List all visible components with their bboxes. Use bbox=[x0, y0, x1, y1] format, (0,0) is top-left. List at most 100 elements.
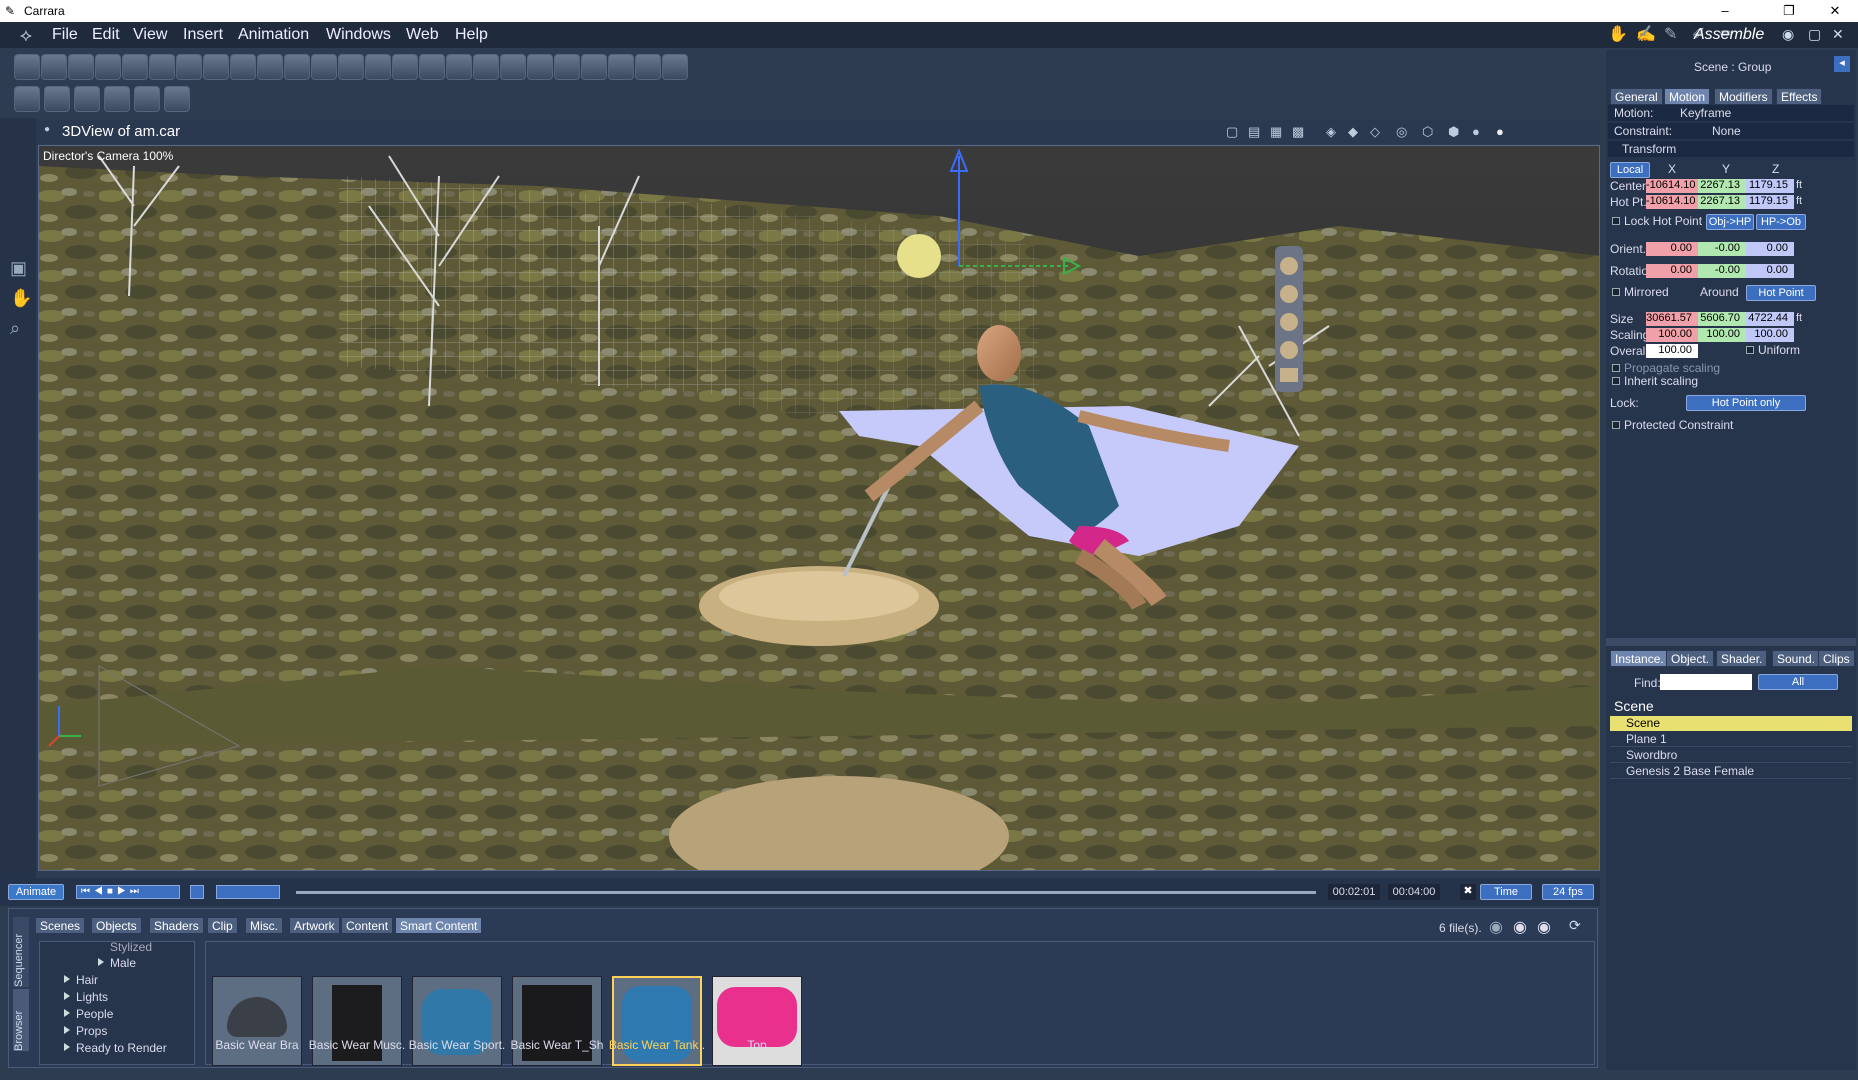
find-input[interactable] bbox=[1660, 674, 1752, 690]
tab-general[interactable]: General bbox=[1610, 88, 1663, 105]
orient-x-field[interactable]: 0.00 bbox=[1646, 242, 1698, 256]
menu-help[interactable]: Help bbox=[455, 26, 488, 44]
tree-item[interactable]: Hair bbox=[64, 973, 98, 987]
scaling-y-field[interactable]: 100.00 bbox=[1698, 328, 1746, 342]
bones-icon[interactable] bbox=[581, 54, 607, 80]
content-thumb[interactable] bbox=[412, 976, 502, 1066]
tab-clips[interactable]: Clips bbox=[1818, 650, 1855, 667]
hp-to-obj-button[interactable]: HP->Ob bbox=[1756, 214, 1806, 230]
crowd-icon[interactable] bbox=[608, 54, 634, 80]
link-tool-icon[interactable] bbox=[134, 86, 160, 112]
playback-controls[interactable]: ⏮◀■▶⏭ bbox=[76, 885, 180, 899]
cancel-icon[interactable]: ✖ bbox=[1460, 884, 1476, 900]
tab-misc[interactable]: Misc. bbox=[245, 917, 283, 934]
target-icon[interactable] bbox=[635, 54, 661, 80]
end-time[interactable]: 00:04:00 bbox=[1388, 884, 1440, 900]
shaded-sphere-icon[interactable]: ● bbox=[1472, 124, 1480, 139]
sphere-icon[interactable] bbox=[176, 54, 202, 80]
fire-icon[interactable] bbox=[392, 54, 418, 80]
size-z-field[interactable]: 4722.44 bbox=[1746, 312, 1794, 326]
filter-select[interactable]: All bbox=[1758, 674, 1838, 690]
uniform-checkbox[interactable] bbox=[1746, 346, 1754, 354]
cloud-icon[interactable] bbox=[419, 54, 445, 80]
panel-splitter[interactable] bbox=[1606, 638, 1856, 646]
tree-item[interactable]: Stylized bbox=[110, 942, 152, 954]
animate-button[interactable]: Animate bbox=[8, 884, 64, 900]
orient-z-field[interactable]: 0.00 bbox=[1746, 242, 1794, 256]
camera-label[interactable]: Director's Camera 100% bbox=[43, 149, 173, 163]
tab-artwork[interactable]: Artwork bbox=[289, 917, 340, 934]
view-menu-icon[interactable]: ● bbox=[44, 124, 50, 135]
restore-button[interactable]: ❐ bbox=[1766, 0, 1812, 22]
hotpt-z-field[interactable]: 1179.15 bbox=[1746, 195, 1794, 209]
tab-content[interactable]: Content bbox=[341, 917, 394, 934]
tab-scenes[interactable]: Scenes bbox=[35, 917, 86, 934]
hierarchy-item-selected[interactable]: Scene bbox=[1610, 716, 1852, 731]
sky-icon[interactable] bbox=[338, 54, 364, 80]
room-spline-icon[interactable]: ✍ bbox=[1636, 24, 1656, 44]
rotation-y-field[interactable]: -0.00 bbox=[1698, 264, 1746, 278]
lock-hot-point-checkbox[interactable] bbox=[1612, 217, 1620, 225]
camera-icon[interactable]: ▣ bbox=[10, 258, 27, 279]
center-y-field[interactable]: 2267.13 bbox=[1698, 179, 1746, 193]
transform-header[interactable]: Transform bbox=[1608, 141, 1854, 157]
menu-web[interactable]: Web bbox=[406, 26, 439, 44]
time-mode-select[interactable]: Time bbox=[1480, 884, 1532, 900]
lock-select[interactable]: Hot Point only bbox=[1686, 395, 1806, 411]
browser-tab[interactable]: Browser bbox=[13, 989, 29, 1051]
pin-icon[interactable]: ◂ bbox=[1834, 56, 1850, 72]
layout-single-icon[interactable]: ▢ bbox=[1226, 124, 1238, 140]
content-thumb[interactable] bbox=[212, 976, 302, 1066]
tab-clip[interactable]: Clip bbox=[207, 917, 238, 934]
center-x-field[interactable]: -10614.10 bbox=[1646, 179, 1698, 193]
pencil-tool-icon[interactable] bbox=[164, 86, 190, 112]
obj-to-hp-button[interactable]: Obj->HP bbox=[1706, 214, 1754, 230]
minimize-button[interactable]: – bbox=[1702, 0, 1748, 22]
tab-shader[interactable]: Shader. bbox=[1716, 650, 1768, 667]
tab-objects[interactable]: Objects bbox=[91, 917, 142, 934]
hotpt-x-field[interactable]: -10614.10 bbox=[1646, 195, 1698, 209]
menu-animation[interactable]: Animation bbox=[238, 26, 309, 44]
orient-y-field[interactable]: -0.00 bbox=[1698, 242, 1746, 256]
wand-icon[interactable] bbox=[662, 54, 688, 80]
tab-motion[interactable]: Motion bbox=[1664, 88, 1711, 105]
tab-sound[interactable]: Sound. bbox=[1772, 650, 1821, 667]
shade-wire-icon[interactable]: ◈ bbox=[1326, 124, 1336, 140]
tab-instance[interactable]: Instance. bbox=[1610, 650, 1669, 667]
mirrored-checkbox[interactable] bbox=[1612, 288, 1620, 296]
loop-icon[interactable] bbox=[190, 885, 204, 899]
close-button[interactable]: ✕ bbox=[1812, 0, 1858, 22]
propagate-checkbox[interactable] bbox=[1612, 364, 1620, 372]
plane-icon[interactable] bbox=[311, 54, 337, 80]
3d-viewport[interactable]: Director's Camera 100% bbox=[38, 145, 1600, 871]
view-mode-1-icon[interactable]: ◉ bbox=[1489, 917, 1503, 937]
rotate-view-icon[interactable] bbox=[68, 54, 94, 80]
hand-tool-icon[interactable] bbox=[41, 54, 67, 80]
menu-windows[interactable]: Windows bbox=[326, 26, 391, 44]
arrow-tool-icon[interactable] bbox=[14, 86, 40, 112]
bowl-icon[interactable] bbox=[500, 54, 526, 80]
tab-effects[interactable]: Effects bbox=[1776, 88, 1823, 105]
hierarchy-item[interactable]: Swordbro bbox=[1610, 748, 1852, 763]
layout-quad-icon[interactable]: ▦ bbox=[1270, 124, 1282, 140]
tab-shaders[interactable]: Shaders bbox=[149, 917, 204, 934]
motion-select[interactable]: Keyframe bbox=[1680, 106, 1731, 120]
camera-object-icon[interactable] bbox=[122, 54, 148, 80]
sequencer-tab[interactable]: Sequencer bbox=[13, 917, 29, 987]
space-select[interactable]: Local bbox=[1610, 162, 1650, 178]
spot-light-icon[interactable] bbox=[149, 54, 175, 80]
scaling-z-field[interactable]: 100.00 bbox=[1746, 328, 1794, 342]
move-gizmo-toolbar[interactable] bbox=[1275, 246, 1303, 392]
size-y-field[interactable]: 5606.70 bbox=[1698, 312, 1746, 326]
pan-hand-icon[interactable]: ✋ bbox=[10, 288, 32, 309]
tree-item[interactable]: Props bbox=[64, 1024, 107, 1038]
shade-flat-icon[interactable]: ◆ bbox=[1348, 124, 1358, 140]
time-slider[interactable] bbox=[296, 891, 1316, 894]
move-tool-icon[interactable] bbox=[44, 86, 70, 112]
paint-tool-icon[interactable] bbox=[95, 54, 121, 80]
around-select[interactable]: Hot Point bbox=[1746, 285, 1816, 301]
tab-smart-content[interactable]: Smart Content bbox=[395, 917, 483, 934]
agt-icon[interactable] bbox=[473, 54, 499, 80]
refresh-icon[interactable]: ⟳ bbox=[1569, 917, 1581, 934]
tree-item[interactable]: Male bbox=[98, 956, 136, 970]
